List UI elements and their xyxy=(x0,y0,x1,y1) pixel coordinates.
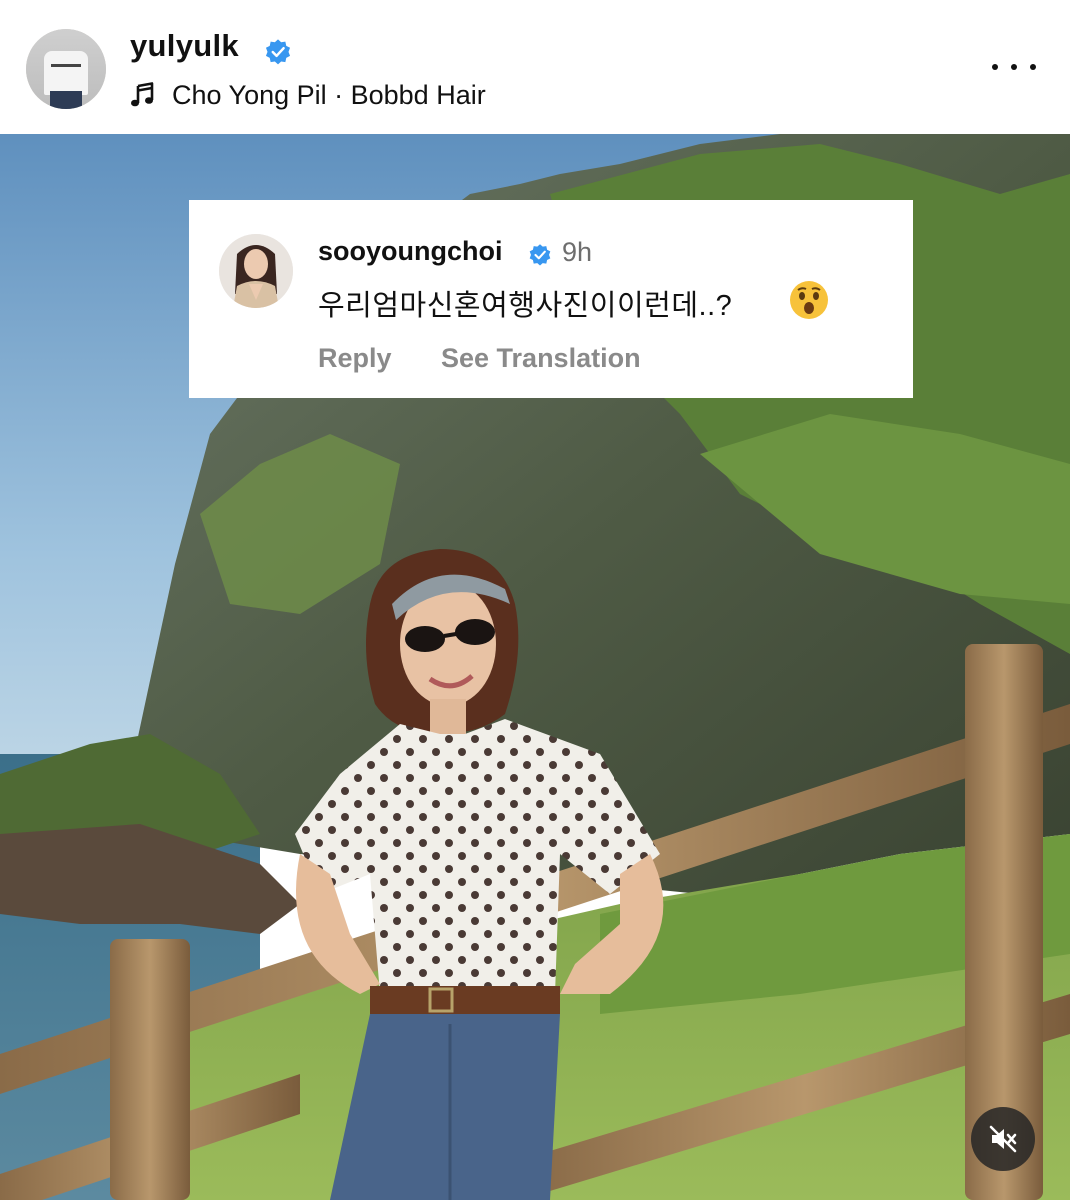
author-avatar[interactable] xyxy=(26,29,106,109)
comment-text: 우리엄마신혼여행사진이이런데..? xyxy=(318,290,733,322)
commenter-avatar[interactable] xyxy=(219,234,293,308)
mute-toggle-button[interactable] xyxy=(971,1107,1035,1171)
verified-badge-icon xyxy=(529,244,551,266)
see-translation-button[interactable]: See Translation xyxy=(441,343,641,374)
music-track-label: Cho Yong Pil · Bobbd Hair xyxy=(172,79,486,110)
author-username[interactable]: yulyulk xyxy=(130,28,239,64)
post-header: yulyulk Cho Yong Pil · Bobbd Hair xyxy=(0,0,1070,134)
muted-speaker-icon xyxy=(989,1125,1017,1153)
comment-card: sooyoungchoi 9h 우리엄마신혼여행사진이이런데..? Reply … xyxy=(189,200,913,398)
commenter-username[interactable]: sooyoungchoi xyxy=(318,236,503,267)
astonished-face-emoji xyxy=(790,281,828,319)
music-attribution[interactable]: Cho Yong Pil · Bobbd Hair xyxy=(130,78,486,112)
more-options-button[interactable] xyxy=(992,52,1036,82)
music-note-icon xyxy=(131,82,154,107)
more-horizontal-icon xyxy=(992,64,998,70)
comment-timestamp: 9h xyxy=(562,237,593,267)
verified-badge-icon xyxy=(265,39,291,65)
reply-button[interactable]: Reply xyxy=(318,343,392,374)
